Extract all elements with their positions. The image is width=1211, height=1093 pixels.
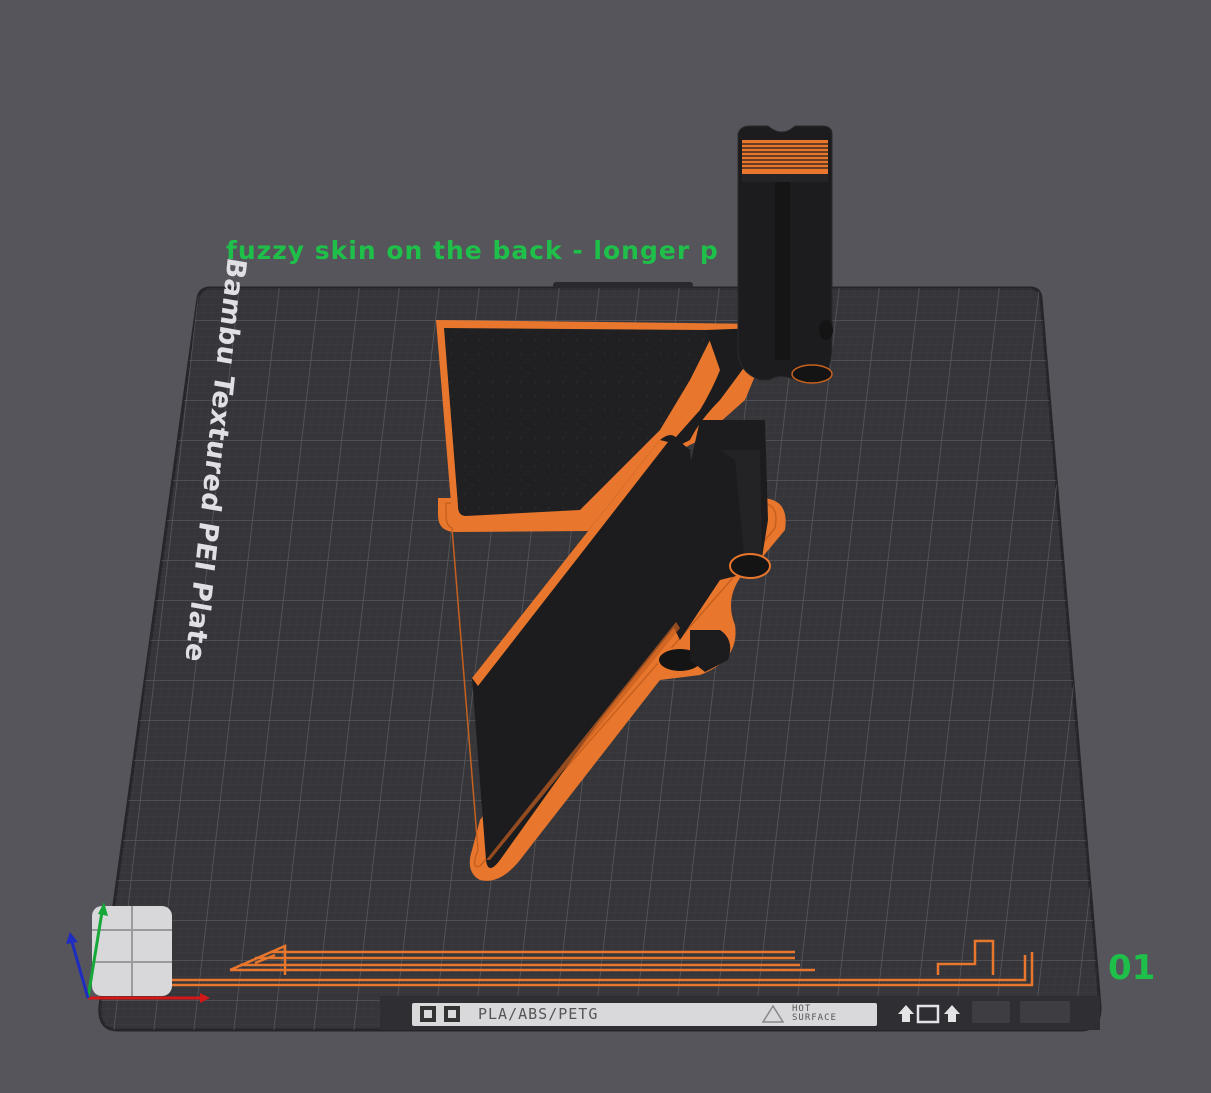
3d-viewport[interactable]: fuzzy skin on the back - longer p 01 Bam…: [0, 0, 1211, 1089]
qr-code-icon: [444, 1006, 460, 1022]
hot-surface-text: HOT SURFACE: [792, 1004, 837, 1023]
plate-number-label[interactable]: 01: [1108, 948, 1155, 988]
filament-types-text: PLA/ABS/PETG: [478, 1005, 599, 1023]
qr-code-icon: [420, 1006, 436, 1022]
warning-triangle-icon: [762, 1005, 784, 1023]
plate-name-label[interactable]: fuzzy skin on the back - longer p: [226, 236, 719, 265]
scene-canvas[interactable]: [0, 0, 1211, 1089]
model-cartridge[interactable]: [737, 125, 833, 384]
plate-info-label: PLA/ABS/PETG HOT SURFACE: [412, 1003, 877, 1026]
